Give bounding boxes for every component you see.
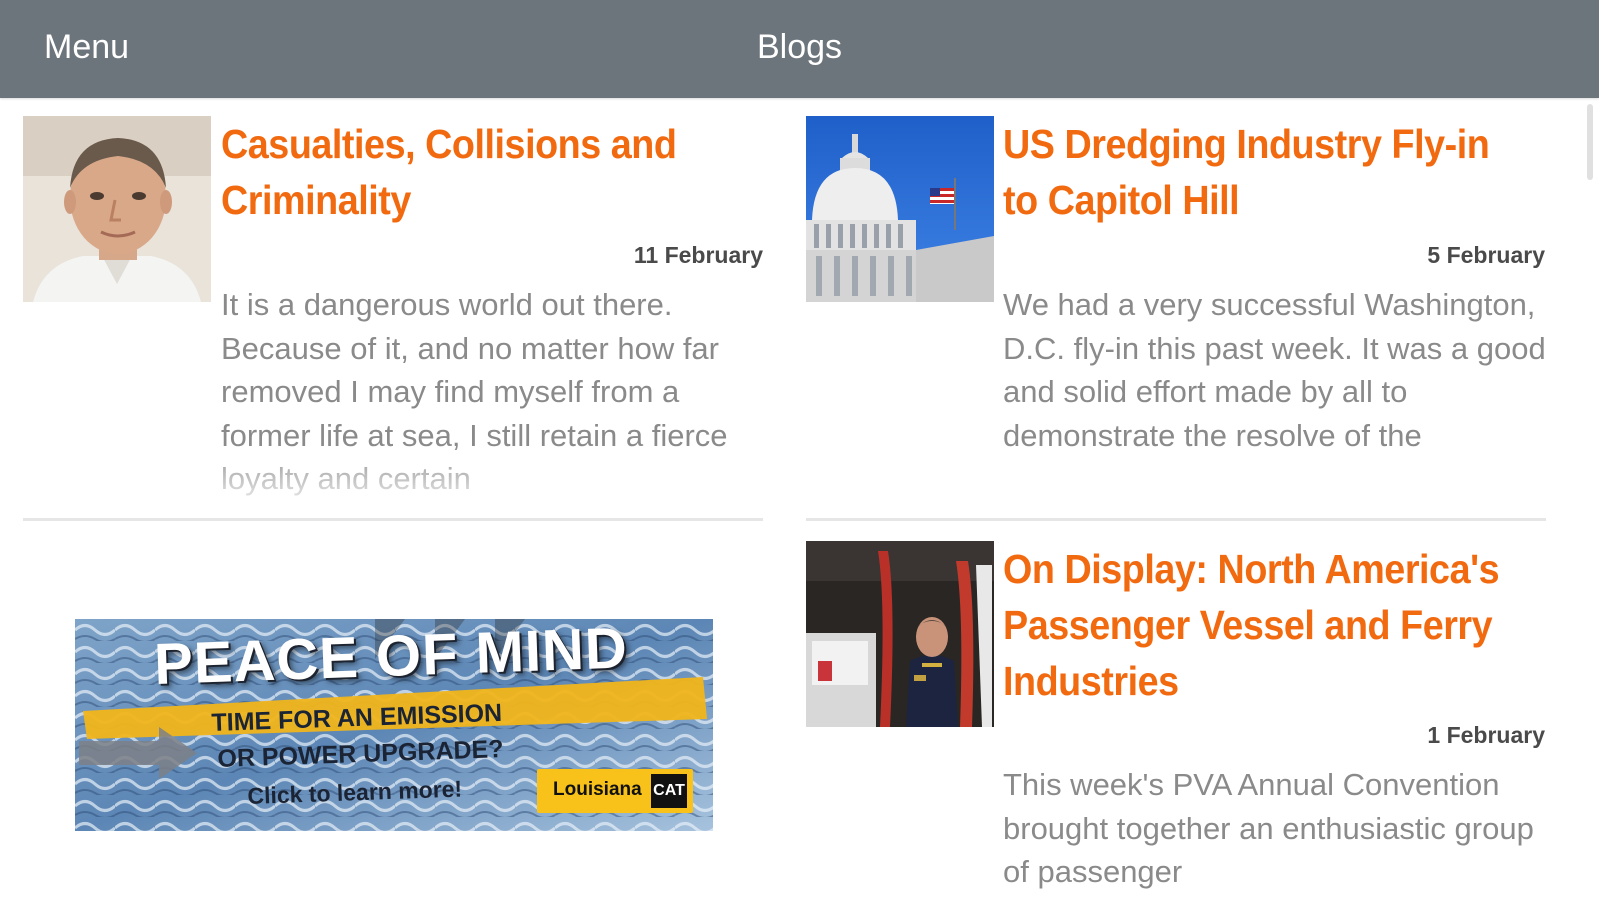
post-title-line: US Dredging Industry Fly-in	[1003, 121, 1490, 167]
blog-post-card[interactable]: Casualties, Collisions and Criminality 1…	[0, 98, 790, 528]
post-title-line: Passenger Vessel and Ferry	[1003, 602, 1493, 648]
cat-logo: CAT	[651, 774, 687, 808]
arrow-right-icon	[79, 727, 197, 779]
post-title-line: Casualties, Collisions and	[221, 121, 677, 167]
post-excerpt-text: We had a very successful Washington, D.C…	[1003, 287, 1546, 453]
officer-thumbnail	[806, 541, 994, 727]
post-title-line: to Capitol Hill	[1003, 177, 1240, 223]
post-title[interactable]: On Display: North America's Passenger Ve…	[1003, 541, 1500, 709]
post-title-line: Industries	[1003, 658, 1179, 704]
post-title-line: On Display: North America's	[1003, 546, 1500, 592]
ad-banner[interactable]: PEACE OF MIND TIME FOR AN EMISSION OR PO…	[75, 619, 713, 831]
portrait-photo	[23, 116, 211, 302]
post-date: 1 February	[1427, 722, 1545, 748]
menu-button[interactable]: Menu	[44, 28, 129, 67]
capitol-thumbnail	[806, 116, 994, 302]
post-date: 5 February	[1427, 242, 1545, 268]
post-excerpt: It is a dangerous world out there. Becau…	[221, 283, 766, 515]
ad-brand-name: Louisiana	[553, 779, 642, 800]
post-title[interactable]: Casualties, Collisions and Criminality	[221, 116, 677, 228]
page-title: Blogs	[756, 28, 843, 66]
post-title[interactable]: US Dredging Industry Fly-in to Capitol H…	[1003, 116, 1490, 228]
post-divider	[806, 518, 1546, 521]
top-navigation-bar: Blogs Menu	[0, 0, 1599, 98]
post-divider	[23, 518, 763, 521]
scrollbar[interactable]	[1587, 104, 1593, 180]
excerpt-fade	[1003, 445, 1548, 515]
post-excerpt: We had a very successful Washington, D.C…	[1003, 283, 1548, 515]
post-excerpt: This week's PVA Annual Convention brough…	[1003, 763, 1548, 900]
ad-brand-badge: Louisiana CAT	[537, 769, 693, 813]
blogs-screen: Blogs Menu Casualties, Collisions and Cr…	[0, 0, 1599, 900]
post-excerpt-text: It is a dangerous world out there. Becau…	[221, 287, 728, 496]
officer-podium-photo	[806, 541, 994, 727]
blog-post-card[interactable]: On Display: North America's Passenger Ve…	[790, 523, 1580, 900]
capitol-dome-photo	[806, 116, 994, 302]
post-excerpt-text: This week's PVA Annual Convention brough…	[1003, 767, 1534, 889]
blog-post-card[interactable]: US Dredging Industry Fly-in to Capitol H…	[790, 98, 1580, 528]
post-date: 11 February	[633, 242, 763, 268]
post-title-line: Criminality	[221, 177, 411, 223]
author-portrait-thumbnail	[23, 116, 211, 302]
